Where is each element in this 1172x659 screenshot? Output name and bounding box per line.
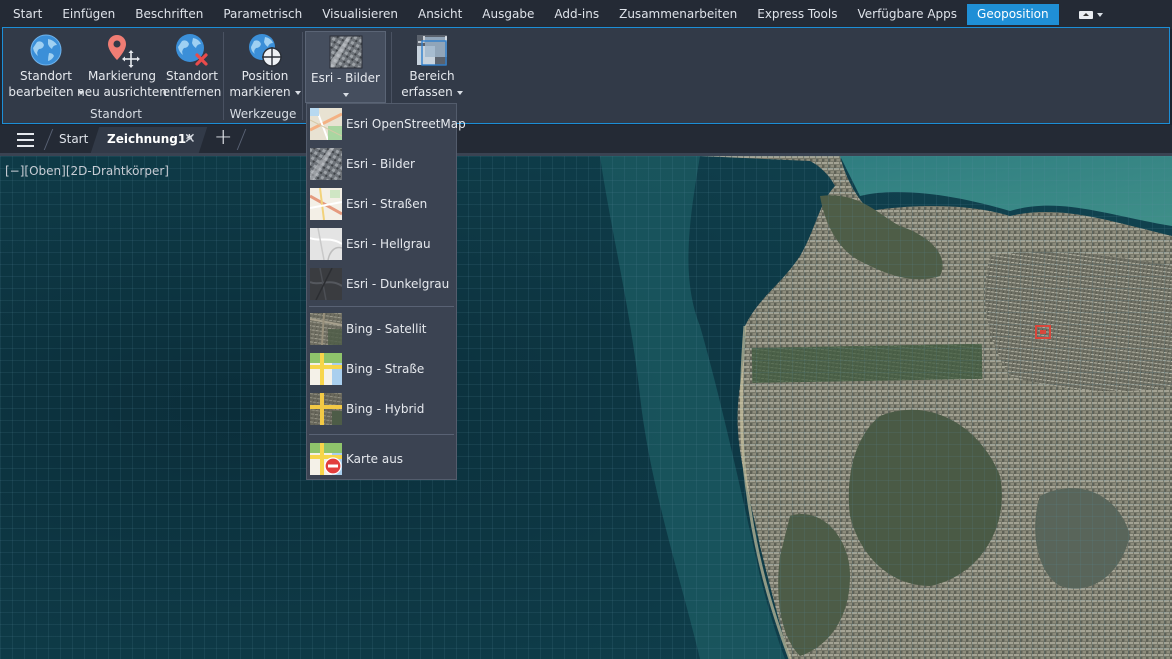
panel-visibility-toggle[interactable] (1078, 4, 1103, 25)
tab-ausgabe[interactable]: Ausgabe (472, 4, 544, 25)
menu-divider (309, 306, 454, 307)
bing-satellite-thumb-icon (310, 313, 342, 345)
panel-title-werkzeuge: Werkzeuge (229, 107, 297, 121)
file-tab-bar: Start Zeichnung1* ✕ + (0, 125, 1172, 153)
menu-icon[interactable] (17, 133, 34, 151)
file-tab-drawing[interactable]: Zeichnung1* (107, 132, 192, 146)
menu-item-esri-strassen[interactable]: Esri - Straßen (307, 186, 456, 222)
tab-parametrisch[interactable]: Parametrisch (213, 4, 312, 25)
map-off-icon (310, 443, 342, 475)
capture-area-button[interactable]: Bereich erfassen (399, 30, 465, 102)
chevron-down-icon (1096, 12, 1103, 17)
capture-area-icon (417, 35, 447, 66)
realign-marker-label-2: neu ausrichten (77, 85, 167, 99)
menu-item-bing-satellit[interactable]: Bing - Satellit (307, 311, 456, 347)
drawing-viewport[interactable]: [−][Oben][2D-Drahtkörper] (0, 156, 1172, 659)
tab-start[interactable]: Start (0, 4, 52, 25)
remove-location-label-2: entfernen (162, 85, 222, 99)
menu-item-label: Bing - Hybrid (346, 402, 425, 416)
menu-item-label: Esri OpenStreetMap (346, 117, 466, 131)
panel-divider (223, 32, 224, 120)
edit-location-label-1: Standort (20, 69, 72, 83)
menu-item-esri-dunkelgrau[interactable]: Esri - Dunkelgrau (307, 266, 456, 302)
menu-item-label: Bing - Straße (346, 362, 425, 376)
tab-express-tools[interactable]: Express Tools (747, 4, 847, 25)
tab-ansicht[interactable]: Ansicht (408, 4, 472, 25)
darkgray-thumb-icon (310, 268, 342, 300)
edit-location-label-2: bearbeiten (8, 85, 74, 99)
bing-hybrid-thumb-icon (310, 393, 342, 425)
menu-item-bing-hybrid[interactable]: Bing - Hybrid (307, 391, 456, 427)
menu-divider (309, 434, 454, 435)
capture-area-label-2: erfassen (401, 85, 453, 99)
menu-item-label: Esri - Hellgrau (346, 237, 431, 251)
remove-location-button[interactable]: Standort entfernen (163, 30, 221, 102)
lightgray-thumb-icon (310, 228, 342, 260)
map-type-menu: Esri OpenStreetMap Esri - Bilder Esri - … (306, 103, 466, 480)
mark-position-label-1: Position (241, 69, 289, 83)
menu-item-esri-hellgrau[interactable]: Esri - Hellgrau (307, 226, 456, 262)
tab-beschriften[interactable]: Beschriften (125, 4, 213, 25)
realign-marker-button[interactable]: Markierung neu ausrichten (77, 30, 167, 102)
menu-item-esri-bilder[interactable]: Esri - Bilder (307, 146, 456, 182)
menu-item-label: Bing - Satellit (346, 322, 427, 336)
globe-remove-icon (176, 34, 208, 66)
chevron-down-icon (342, 92, 349, 97)
viewport-controls-label[interactable]: [−][Oben][2D-Drahtkörper] (5, 164, 169, 178)
capture-area-label-1: Bereich (409, 69, 455, 83)
mark-position-button[interactable]: Position markieren (229, 30, 301, 102)
remove-location-label-1: Standort (166, 69, 218, 83)
ribbon: Standort bearbeiten Markierung neu ausri… (2, 27, 1170, 124)
file-tab-start[interactable]: Start (59, 132, 88, 146)
menu-item-label: Karte aus (346, 452, 404, 466)
map-pin-move-icon (108, 35, 140, 68)
imagery-thumb-icon (310, 148, 342, 180)
tab-divider (43, 129, 54, 150)
realign-marker-label-1: Markierung (87, 69, 157, 83)
new-tab-icon[interactable]: + (214, 126, 232, 150)
tab-einfuegen[interactable]: Einfügen (52, 4, 125, 25)
streets-thumb-icon (310, 188, 342, 220)
menu-bar: Start Einfügen Beschriften Parametrisch … (0, 0, 1172, 29)
menu-item-label: Esri - Bilder (346, 157, 415, 171)
panel-title-standort: Standort (90, 107, 142, 121)
map-type-label: Esri - Bilder (311, 71, 380, 85)
panel-visibility-icon (1078, 10, 1093, 19)
osm-thumb-icon (310, 108, 342, 140)
tab-verfuegbare-apps[interactable]: Verfügbare Apps (847, 4, 967, 25)
satellite-imagery-icon (329, 35, 362, 69)
menu-item-label: Esri - Dunkelgrau (346, 277, 450, 291)
menu-item-esri-openstreetmap[interactable]: Esri OpenStreetMap (307, 106, 466, 142)
bing-road-thumb-icon (310, 353, 342, 385)
menu-item-label: Esri - Straßen (346, 197, 428, 211)
globe-icon (30, 34, 62, 66)
edit-location-button[interactable]: Standort bearbeiten (8, 30, 84, 102)
chevron-down-icon (456, 90, 463, 95)
menu-item-karte-aus[interactable]: Karte aus (307, 441, 456, 477)
close-icon[interactable]: ✕ (184, 131, 196, 147)
panel-divider (302, 32, 303, 120)
satellite-map (0, 156, 1172, 659)
tab-add-ins[interactable]: Add-ins (544, 4, 609, 25)
globe-marker-icon (249, 34, 282, 67)
map-type-dropdown-button[interactable]: Esri - Bilder (305, 31, 386, 103)
tab-geoposition[interactable]: Geoposition (967, 4, 1059, 25)
tab-zusammenarbeiten[interactable]: Zusammenarbeiten (609, 4, 747, 25)
chevron-down-icon (294, 90, 301, 95)
tab-visualisieren[interactable]: Visualisieren (312, 4, 408, 25)
tab-divider (236, 129, 247, 150)
menu-item-bing-strasse[interactable]: Bing - Straße (307, 351, 456, 387)
mark-position-label-2: markieren (229, 85, 291, 99)
